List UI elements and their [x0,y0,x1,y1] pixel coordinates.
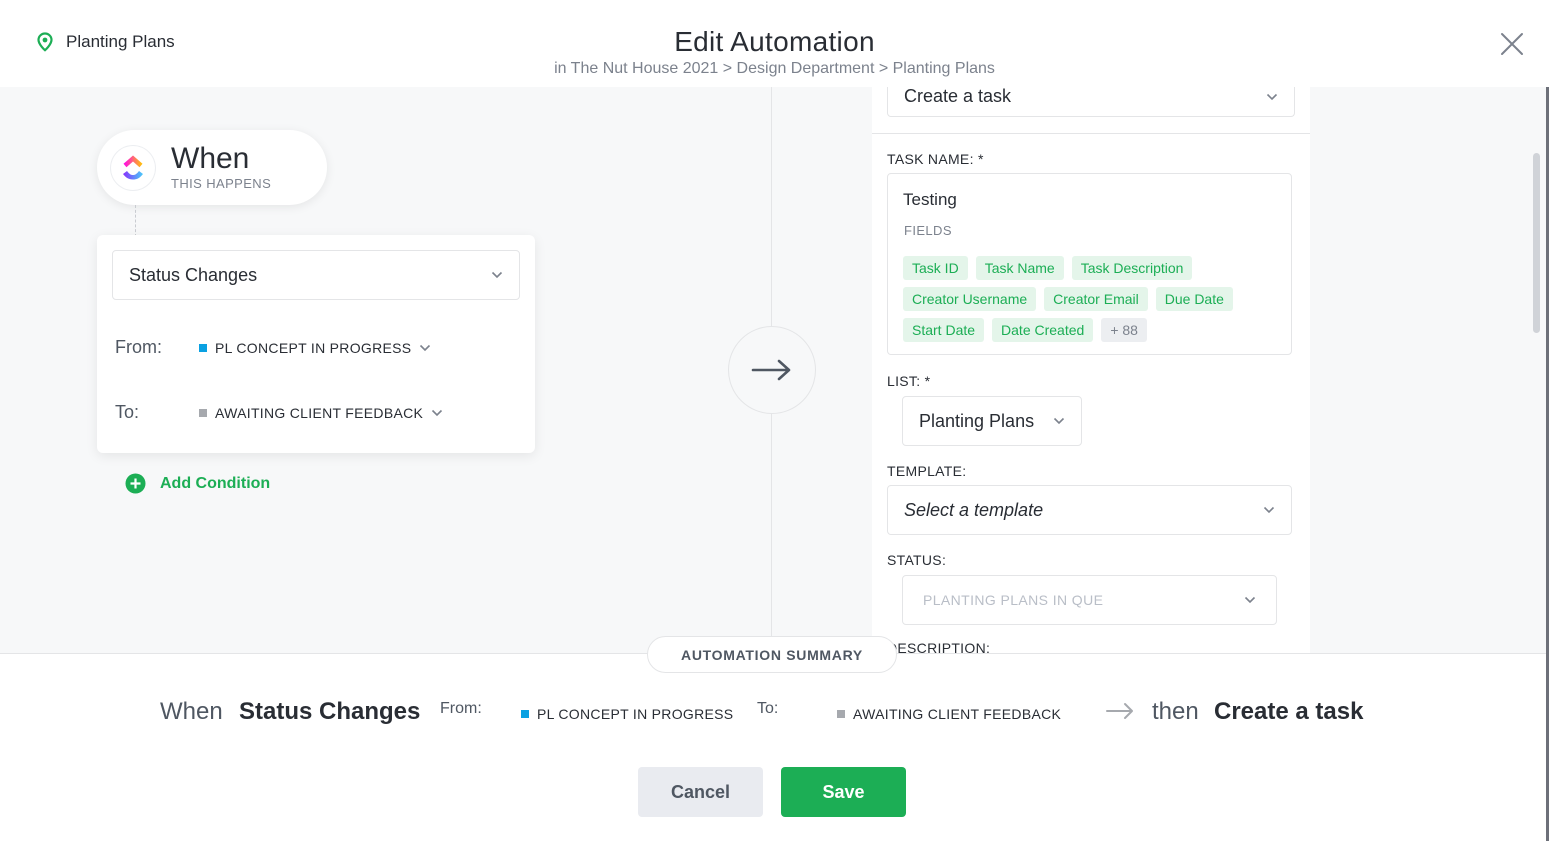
field-chip[interactable]: Start Date [903,318,985,342]
breadcrumb: in The Nut House 2021 > Design Departmen… [554,60,995,77]
list-label: LIST: * [887,373,931,389]
summary-from-status: PL CONCEPT IN PROGRESS [521,706,733,722]
clickup-logo-icon [111,145,155,190]
add-condition-button[interactable]: Add Condition [125,473,270,494]
template-select[interactable]: Select a template [887,485,1292,535]
action-type-select[interactable]: Create a task [887,87,1295,117]
scrollbar-thumb[interactable] [1533,153,1540,333]
fields-label: FIELDS [904,223,952,238]
template-label: TEMPLATE: [887,463,967,479]
more-fields-chip[interactable]: + 88 [1101,318,1147,342]
title-block: Edit Automation in The Nut House 2021 > … [0,26,1549,78]
status-label: STATUS: [887,552,947,568]
arrow-right-icon [751,359,791,381]
task-name-field[interactable]: Testing FIELDS Task ID Task Name Task De… [887,173,1292,355]
action-panel: Create a task TASK NAME: * Testing FIELD… [872,87,1310,653]
summary-then: then [1152,698,1199,725]
add-condition-label: Add Condition [160,474,271,492]
action-type-value: Create a task [904,87,1012,106]
from-status-value: PL CONCEPT IN PROGRESS [215,339,412,356]
cancel-button[interactable]: Cancel [638,767,763,817]
connector-line [135,205,136,237]
flow-arrow [728,326,816,414]
template-placeholder: Select a template [904,499,1044,520]
field-chip[interactable]: Task Name [975,256,1064,280]
summary-from-status-label: PL CONCEPT IN PROGRESS [537,706,734,722]
field-chip[interactable]: Due Date [1155,287,1233,311]
field-chip[interactable]: Date Created [992,318,1094,342]
close-icon[interactable] [1498,30,1526,58]
status-color-square [199,408,207,417]
list-select[interactable]: Planting Plans [902,396,1082,446]
summary-to-status-label: AWAITING CLIENT FEEDBACK [853,706,1062,722]
summary-to-label: To: [757,700,779,717]
trigger-card: Status Changes From: PL CONCEPT IN PROGR… [97,235,535,453]
chevron-down-icon [1266,93,1278,100]
when-header: When THIS HAPPENS [97,130,327,205]
automation-canvas: When THIS HAPPENS Status Changes From: P… [0,87,1549,653]
summary-trigger: Status Changes [239,698,421,725]
task-name-value: Testing [903,190,957,209]
summary-from-label: From: [440,700,482,717]
summary-action: Create a task [1214,698,1364,725]
status-select[interactable]: PLANTING PLANS IN QUE [902,575,1277,625]
chevron-down-icon [432,409,443,416]
chevron-down-icon [1053,417,1065,425]
to-label: To: [115,402,140,422]
panel-divider [872,133,1310,134]
trigger-event-value: Status Changes [129,264,258,285]
summary-when: When [160,698,223,725]
task-name-label: TASK NAME: * [887,151,984,167]
automation-summary-tab[interactable]: AUTOMATION SUMMARY [647,636,897,673]
from-status-select[interactable]: PL CONCEPT IN PROGRESS [199,340,431,356]
field-chip[interactable]: Creator Email [1044,287,1148,311]
list-value: Planting Plans [919,410,1035,431]
from-label: From: [115,337,162,357]
field-chip[interactable]: Task Description [1071,256,1193,280]
automation-summary: When Status Changes From: PL CONCEPT IN … [160,696,1400,732]
field-chip[interactable]: Task ID [903,256,968,280]
from-condition-row: From: PL CONCEPT IN PROGRESS [115,337,431,358]
chevron-down-icon [491,271,503,279]
status-color-square [837,710,845,718]
chevron-down-icon [1244,596,1256,604]
page-title: Edit Automation [674,26,875,57]
to-status-select[interactable]: AWAITING CLIENT FEEDBACK [199,405,443,421]
status-value: PLANTING PLANS IN QUE [923,592,1104,608]
trigger-event-select[interactable]: Status Changes [112,250,520,300]
arrow-right-icon [1106,703,1133,719]
status-color-square [199,343,207,352]
chevron-down-icon [420,344,431,351]
when-subtitle: THIS HAPPENS [171,176,272,191]
summary-to-status: AWAITING CLIENT FEEDBACK [837,706,1061,722]
plus-circle-icon [125,473,146,494]
field-chips: Task ID Task Name Task Description Creat… [903,256,1283,342]
save-button[interactable]: Save [781,767,906,817]
description-label: DESCRIPTION: [887,640,991,653]
when-title: When [171,142,250,175]
chevron-down-icon [1263,506,1275,514]
modal-header: Planting Plans Edit Automation in The Nu… [0,0,1549,87]
field-chip[interactable]: Creator Username [903,287,1037,311]
status-color-square [521,710,529,718]
to-status-value: AWAITING CLIENT FEEDBACK [215,404,424,421]
to-condition-row: To: AWAITING CLIENT FEEDBACK [115,402,443,423]
